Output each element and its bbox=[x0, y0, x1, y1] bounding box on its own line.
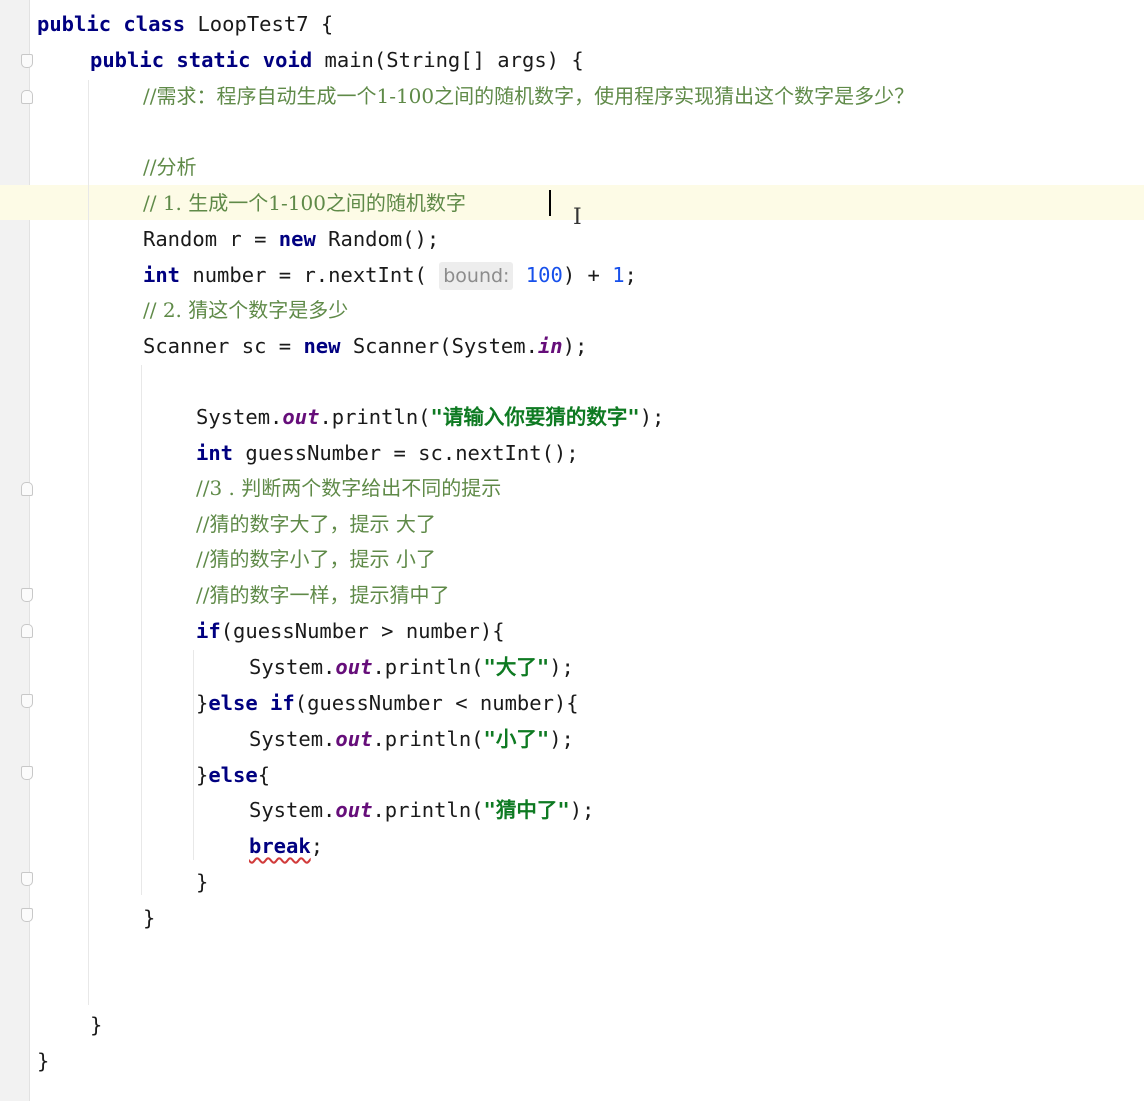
static-field: in bbox=[537, 334, 563, 358]
keyword: else if bbox=[208, 691, 295, 715]
keyword: new bbox=[278, 227, 316, 251]
static-field: out bbox=[282, 405, 320, 429]
fold-marker-icon[interactable] bbox=[21, 482, 33, 496]
code-text: ; bbox=[310, 834, 324, 858]
code-line-guess: int guessNumber = sc.nextInt(); bbox=[196, 435, 579, 471]
keyword: else bbox=[208, 763, 258, 787]
code-text: .println( bbox=[319, 405, 431, 429]
code-text: Scanner(System. bbox=[340, 334, 538, 358]
code-text: number = r.nextInt( bbox=[180, 263, 440, 287]
code-line-else: }else{ bbox=[196, 757, 270, 793]
fold-marker-icon[interactable] bbox=[21, 766, 33, 780]
closing-brace: } bbox=[143, 906, 156, 930]
code-text: Random(); bbox=[315, 227, 440, 251]
code-line-2: public static void main(String[] args) { bbox=[90, 42, 584, 78]
comment-step-2: // 2. 猜这个数字是多少 bbox=[143, 298, 349, 322]
fold-marker-icon[interactable] bbox=[21, 872, 33, 886]
code-text: { bbox=[257, 763, 271, 787]
keyword: if bbox=[196, 619, 221, 643]
code-line-print-small: System.out.println("小了"); bbox=[249, 721, 574, 757]
code-text: Random r = bbox=[143, 227, 279, 251]
code-text: System. bbox=[249, 655, 336, 679]
text-caret bbox=[549, 190, 551, 216]
comment-bigger: //猜的数字大了，提示 大了 bbox=[196, 512, 436, 536]
code-text: } bbox=[196, 691, 209, 715]
code-text: ; bbox=[624, 263, 637, 287]
keyword: public class bbox=[37, 12, 186, 36]
comment-requirement: //需求：程序自动生成一个1-100之间的随机数字，使用程序实现猜出这个数字是多… bbox=[143, 84, 915, 108]
comment-analysis: //分析 bbox=[143, 155, 197, 179]
string-literal: "请输入你要猜的数字" bbox=[430, 405, 640, 429]
keyword: public static void bbox=[90, 48, 313, 72]
code-line-scanner: Scanner sc = new Scanner(System.in); bbox=[143, 328, 587, 364]
closing-brace: } bbox=[196, 870, 209, 894]
code-text: .println( bbox=[372, 655, 484, 679]
code-text: guessNumber = sc.nextInt(); bbox=[233, 441, 579, 465]
indent-guide bbox=[88, 80, 89, 1005]
ibeam-cursor-icon: I bbox=[573, 205, 582, 230]
code-text: System. bbox=[249, 798, 336, 822]
code-line-if: if(guessNumber > number){ bbox=[196, 613, 505, 649]
code-line-print-hit: System.out.println("猜中了"); bbox=[249, 792, 594, 828]
code-text: } bbox=[196, 763, 209, 787]
code-text: main(String[] args) { bbox=[312, 48, 584, 72]
code-text: ); bbox=[562, 334, 588, 358]
editor-gutter bbox=[0, 0, 30, 1101]
indent-guide bbox=[193, 650, 194, 860]
code-text: LoopTest7 { bbox=[185, 12, 334, 36]
keyword: int bbox=[196, 441, 234, 465]
code-line-break: break; bbox=[249, 828, 323, 864]
code-text: ) + bbox=[562, 263, 613, 287]
code-line-1: public class LoopTest7 { bbox=[37, 6, 333, 42]
fold-marker-icon[interactable] bbox=[21, 908, 33, 922]
fold-marker-icon[interactable] bbox=[21, 694, 33, 708]
code-line-number: int number = r.nextInt( bound: 100) + 1; bbox=[143, 257, 637, 293]
indent-guide bbox=[141, 365, 142, 895]
code-line-random: Random r = new Random(); bbox=[143, 221, 439, 257]
closing-brace: } bbox=[90, 1013, 103, 1037]
comment-step-1: // 1. 生成一个1-100之间的随机数字 bbox=[143, 191, 466, 215]
parameter-hint: bound: bbox=[439, 262, 514, 290]
static-field: out bbox=[335, 798, 373, 822]
code-text: .println( bbox=[372, 727, 484, 751]
keyword: new bbox=[303, 334, 341, 358]
code-text: ); bbox=[549, 655, 574, 679]
code-line-prompt: System.out.println("请输入你要猜的数字"); bbox=[196, 399, 664, 435]
comment-equal: //猜的数字一样，提示猜中了 bbox=[196, 583, 450, 607]
code-text: (guessNumber < number){ bbox=[294, 691, 579, 715]
fold-marker-icon[interactable] bbox=[21, 54, 33, 68]
number-literal: 1 bbox=[612, 263, 625, 287]
code-text: ); bbox=[639, 405, 665, 429]
string-literal: "猜中了" bbox=[483, 798, 570, 822]
code-text: System. bbox=[196, 405, 283, 429]
static-field: out bbox=[335, 655, 373, 679]
keyword-error[interactable]: break bbox=[249, 834, 311, 858]
fold-marker-icon[interactable] bbox=[21, 624, 33, 638]
code-text: .println( bbox=[372, 798, 484, 822]
number-literal: 100 bbox=[513, 263, 563, 287]
code-text: (guessNumber > number){ bbox=[220, 619, 505, 643]
closing-brace: } bbox=[37, 1049, 50, 1073]
code-text: ); bbox=[569, 798, 595, 822]
code-text: Scanner sc = bbox=[143, 334, 304, 358]
static-field: out bbox=[335, 727, 373, 751]
code-text: System. bbox=[249, 727, 336, 751]
code-line-else-if: }else if(guessNumber < number){ bbox=[196, 685, 579, 721]
comment-smaller: //猜的数字小了，提示 小了 bbox=[196, 547, 436, 571]
keyword: int bbox=[143, 263, 181, 287]
code-line-print-big: System.out.println("大了"); bbox=[249, 649, 574, 685]
string-literal: "小了" bbox=[483, 727, 550, 751]
fold-marker-icon[interactable] bbox=[21, 588, 33, 602]
code-text: ); bbox=[549, 727, 574, 751]
string-literal: "大了" bbox=[483, 655, 550, 679]
fold-marker-icon[interactable] bbox=[21, 90, 33, 104]
comment-step-3: //3 . 判断两个数字给出不同的提示 bbox=[196, 476, 502, 500]
